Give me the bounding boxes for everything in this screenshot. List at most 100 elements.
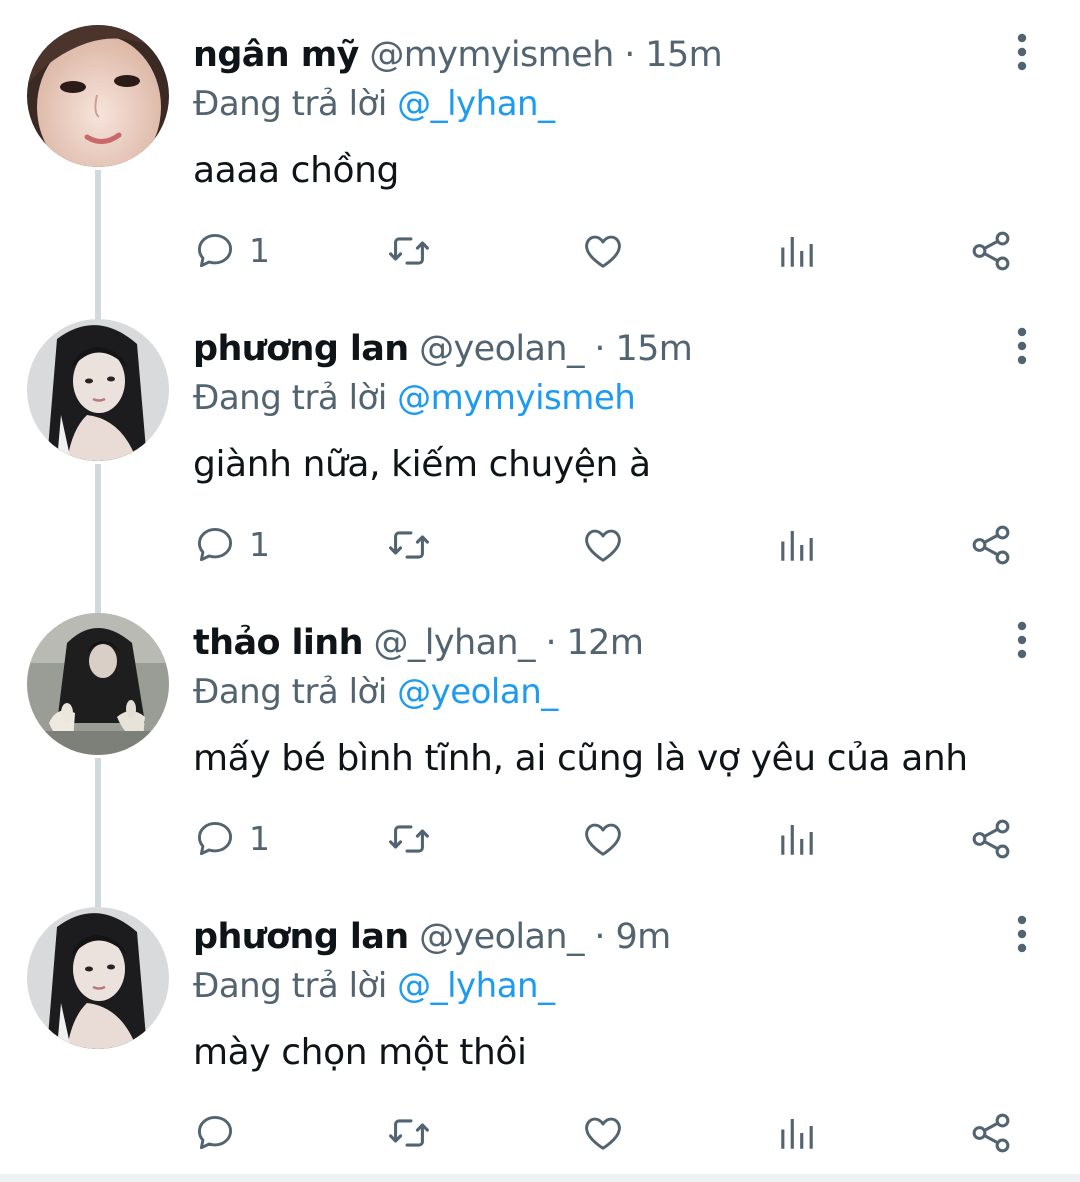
analytics-icon [781,237,813,267]
heart-icon [585,529,621,562]
like-button[interactable] [581,812,625,866]
reply-icon [197,821,233,856]
views-button[interactable] [776,812,818,866]
replying-to-mention[interactable]: @yeolan_ [397,672,558,712]
reply-count: 1 [249,231,270,270]
analytics-icon [781,1119,813,1149]
avatar[interactable] [27,25,169,167]
analytics-icon [781,825,813,855]
share-button[interactable] [968,224,1014,278]
replying-to: Đang trả lời @yeolan_ [193,667,558,717]
share-button[interactable] [968,1106,1014,1160]
action-bar: 1 [0,518,1080,572]
tweet-text: mấy bé bình tĩnh, ai cũng là vợ yêu của … [193,738,968,779]
tweet-text: aaaa chồng [193,150,399,191]
display-name[interactable]: phương lan [193,329,409,369]
reply-button[interactable] [193,1106,249,1160]
retweet-icon [389,531,429,559]
more-options-button[interactable] [1006,914,1038,954]
username[interactable]: @yeolan_ [419,917,584,957]
username[interactable]: @_lyhan_ [373,623,535,663]
share-icon [972,525,1010,565]
avatar[interactable] [27,907,169,1049]
username[interactable]: @yeolan_ [419,329,584,369]
tweet-header: phương lan @yeolan_ · 9m [193,912,671,962]
avatar[interactable] [27,613,169,755]
like-button[interactable] [581,224,625,278]
views-button[interactable] [776,224,818,278]
action-bar [0,1106,1080,1160]
views-button[interactable] [776,1106,818,1160]
replying-to: Đang trả lời @mymyismeh [193,373,636,423]
heart-icon [585,823,621,856]
replying-to-mention[interactable]: @_lyhan_ [397,966,555,1006]
display-name[interactable]: thảo linh [193,623,364,663]
replying-to-label: Đang trả lời [193,84,387,124]
tweet-text: giành nữa, kiếm chuyện à [193,444,651,485]
timestamp[interactable]: 15m [615,329,692,369]
separator-dot: · [594,329,605,369]
replying-to: Đang trả lời @_lyhan_ [193,961,555,1011]
reply-icon [197,1115,233,1150]
more-vertical-icon [1017,915,1027,953]
action-bar: 1 [0,812,1080,866]
replying-to-mention[interactable]: @mymyismeh [397,378,636,418]
reply-count: 1 [249,525,270,564]
more-vertical-icon [1017,327,1027,365]
tweet[interactable]: thảo linh @_lyhan_ · 12m Đang trả lời @y… [0,588,1080,882]
username[interactable]: @mymyismeh [369,35,614,75]
display-name[interactable]: phương lan [193,917,409,957]
tweet-header: phương lan @yeolan_ · 15m [193,324,693,374]
replying-to-mention[interactable]: @_lyhan_ [397,84,555,124]
separator-dot: · [624,35,635,75]
like-button[interactable] [581,518,625,572]
display-name[interactable]: ngân mỹ [193,35,359,75]
replying-to-label: Đang trả lời [193,966,387,1006]
tweet[interactable]: ngân mỹ @mymyismeh · 15m Đang trả lời @_… [0,0,1080,294]
retweet-icon [389,825,429,853]
tweet[interactable]: phương lan @yeolan_ · 9m Đang trả lời @_… [0,882,1080,1176]
more-vertical-icon [1017,621,1027,659]
tweet-header: thảo linh @_lyhan_ · 12m [193,618,644,668]
reply-count: 1 [249,819,270,858]
more-options-button[interactable] [1006,32,1038,72]
more-options-button[interactable] [1006,620,1038,660]
more-options-button[interactable] [1006,326,1038,366]
share-icon [972,231,1010,271]
reply-icon [197,527,233,562]
tweet[interactable]: phương lan @yeolan_ · 15m Đang trả lời @… [0,294,1080,588]
timestamp[interactable]: 15m [645,35,722,75]
share-button[interactable] [968,812,1014,866]
replying-to-label: Đang trả lời [193,378,387,418]
bottom-divider [0,1174,1080,1182]
timestamp[interactable]: 9m [615,917,671,957]
separator-dot: · [594,917,605,957]
heart-icon [585,1117,621,1150]
tweet-header: ngân mỹ @mymyismeh · 15m [193,30,723,80]
retweet-icon [389,1119,429,1147]
share-icon [972,1113,1010,1153]
reply-button[interactable]: 1 [193,224,270,278]
reply-button[interactable]: 1 [193,812,270,866]
timestamp[interactable]: 12m [567,623,644,663]
retweet-button[interactable] [386,518,432,572]
share-icon [972,819,1010,859]
reply-thread: ngân mỹ @mymyismeh · 15m Đang trả lời @_… [0,0,1080,1182]
avatar[interactable] [27,319,169,461]
separator-dot: · [545,623,556,663]
like-button[interactable] [581,1106,625,1160]
share-button[interactable] [968,518,1014,572]
retweet-button[interactable] [386,812,432,866]
tweet-text: mày chọn một thôi [193,1032,527,1073]
views-button[interactable] [776,518,818,572]
retweet-button[interactable] [386,1106,432,1160]
replying-to-label: Đang trả lời [193,672,387,712]
retweet-icon [389,237,429,265]
replying-to: Đang trả lời @_lyhan_ [193,79,555,129]
reply-icon [197,233,233,268]
retweet-button[interactable] [386,224,432,278]
reply-button[interactable]: 1 [193,518,270,572]
analytics-icon [781,531,813,561]
more-vertical-icon [1017,33,1027,71]
heart-icon [585,235,621,268]
